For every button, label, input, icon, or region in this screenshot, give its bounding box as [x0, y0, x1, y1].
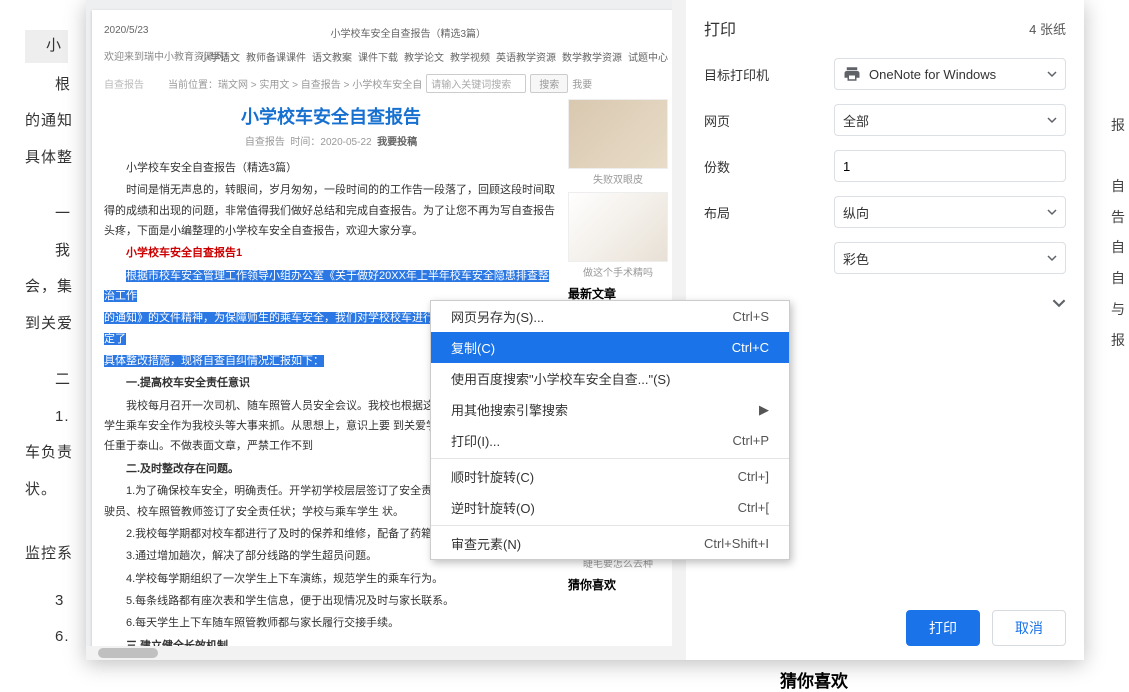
chevron-down-icon: [1047, 207, 1057, 217]
cm-print[interactable]: 打印(I)...Ctrl+P: [431, 425, 789, 456]
layout-select[interactable]: 纵向: [834, 196, 1066, 228]
context-menu: 网页另存为(S)...Ctrl+S 复制(C)Ctrl+C 使用百度搜索"小学校…: [430, 300, 790, 560]
cancel-button[interactable]: 取消: [992, 610, 1066, 646]
copies-input[interactable]: [834, 150, 1066, 182]
cm-inspect[interactable]: 审查元素(N)Ctrl+Shift+I: [431, 528, 789, 559]
print-page-count: 4 张纸: [1029, 19, 1066, 38]
chevron-down-icon: [1047, 69, 1057, 79]
breadcrumb: 自查报告 当前位置：瑞文网 > 实用文 > 自查报告 > 小学校车安全自 请输入…: [104, 74, 668, 93]
cm-save-as[interactable]: 网页另存为(S)...Ctrl+S: [431, 301, 789, 332]
sidebar-thumb: [568, 99, 668, 169]
bg-line: 小: [25, 30, 68, 63]
printer-icon: [843, 65, 861, 83]
bg-like-heading: 猜你喜欢: [780, 667, 848, 692]
bg-right-strip: 报 自 告 自 自 与 报: [1079, 0, 1129, 692]
page-title: 小学校车安全自查报告: [104, 103, 558, 129]
selected-text: 根据市校车安全管理工作领导小组办公室《关于做好20XX年上半年校车安全隐患排查整…: [104, 270, 549, 302]
printer-select[interactable]: OneNote for Windows: [834, 58, 1066, 90]
print-button[interactable]: 打印: [906, 610, 980, 646]
cm-rotate-cw[interactable]: 顺时针旋转(C)Ctrl+]: [431, 461, 789, 492]
search-input[interactable]: 请输入关键词搜索: [426, 74, 526, 93]
cm-rotate-ccw[interactable]: 逆时针旋转(O)Ctrl+[: [431, 492, 789, 523]
cm-other-search[interactable]: 用其他搜索引擎搜索▶: [431, 394, 789, 425]
cm-baidu-search[interactable]: 使用百度搜索"小学校车安全自查..."(S): [431, 363, 789, 394]
search-button[interactable]: 搜索: [530, 74, 568, 93]
color-select[interactable]: 彩色: [834, 242, 1066, 274]
copies-label: 份数: [704, 157, 834, 176]
printer-label: 目标打印机: [704, 65, 834, 84]
print-title: 打印: [704, 16, 736, 40]
cm-copy[interactable]: 复制(C)Ctrl+C: [431, 332, 789, 363]
sidebar-thumb: [568, 192, 668, 262]
chevron-down-icon: [1047, 253, 1057, 263]
preview-doc-title: 小学校车安全自查报告（精选3篇）: [330, 25, 486, 40]
cm-separator: [431, 525, 789, 526]
preview-date: 2020/5/23: [104, 25, 149, 40]
layout-label: 布局: [704, 203, 834, 222]
cm-separator: [431, 458, 789, 459]
pages-select[interactable]: 全部: [834, 104, 1066, 136]
chevron-down-icon: [1047, 115, 1057, 125]
page-meta: 自查报告 时间：2020-05-22 我要投稿: [104, 133, 558, 148]
chevron-right-icon: ▶: [759, 402, 769, 418]
preview-scrollbar-h[interactable]: [86, 646, 686, 660]
chevron-down-icon: [1052, 296, 1066, 310]
pages-label: 网页: [704, 111, 834, 130]
